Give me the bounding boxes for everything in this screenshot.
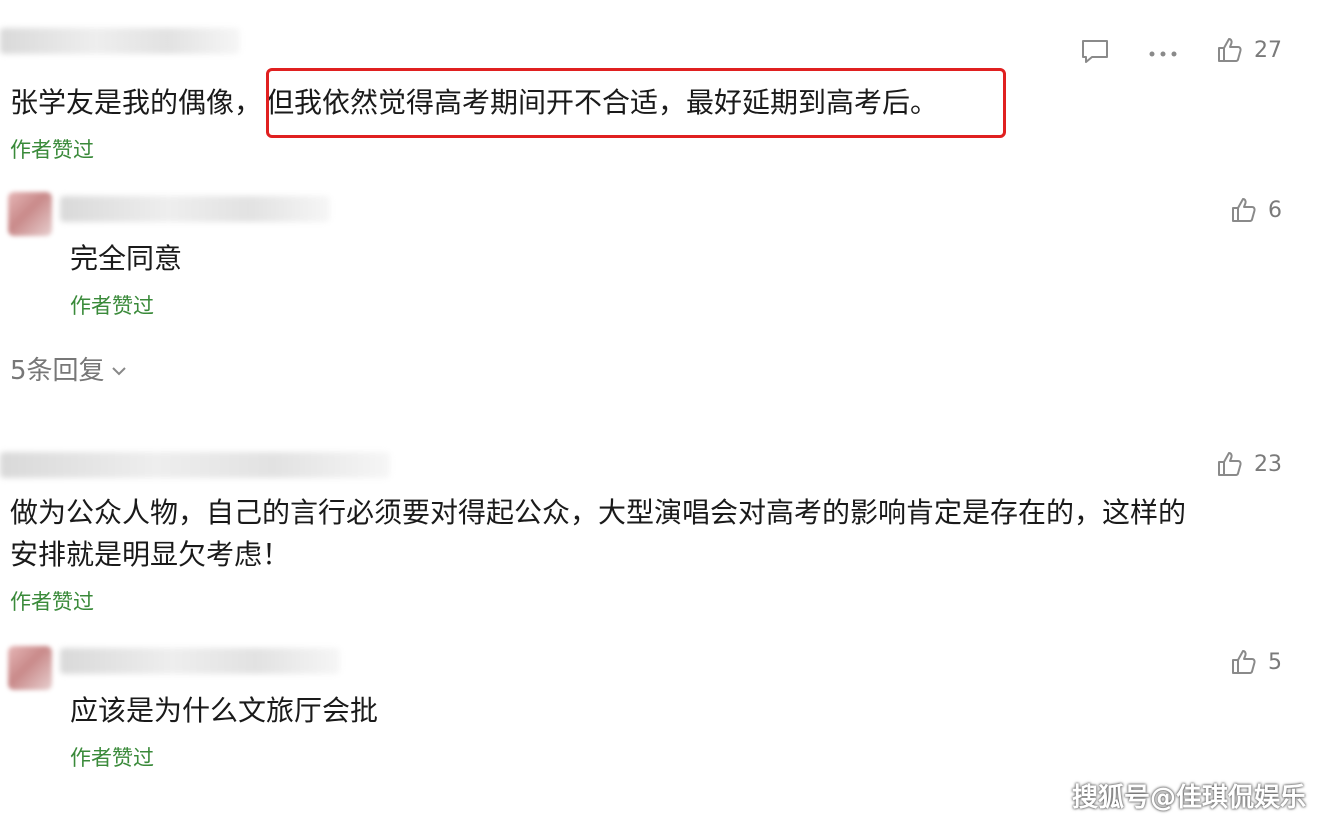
- replies-label: 5条回复: [10, 356, 105, 386]
- watermark: 搜狐号@佳琪侃娱乐: [1071, 783, 1306, 813]
- author-liked-label: 作者赞过: [10, 138, 94, 162]
- username-blurred: [60, 648, 340, 674]
- like-count: 23: [1254, 451, 1282, 477]
- view-replies-button[interactable]: 5条回复: [10, 350, 127, 387]
- author-liked-label: 作者赞过: [70, 746, 154, 770]
- comment-text: 应该是为什么文旅厅会批: [70, 694, 379, 727]
- comment-icon[interactable]: [1080, 38, 1110, 70]
- avatar: [8, 646, 52, 690]
- like-button[interactable]: 23: [1216, 450, 1282, 478]
- thumbs-up-icon: [1230, 648, 1258, 676]
- username-blurred: [0, 28, 240, 54]
- author-liked-label: 作者赞过: [70, 294, 154, 318]
- thumbs-up-icon: [1216, 450, 1244, 478]
- comment-text: 完全同意: [70, 242, 183, 275]
- like-button[interactable]: 6: [1230, 196, 1282, 224]
- chevron-down-icon: [111, 354, 127, 384]
- like-count: 6: [1268, 197, 1282, 223]
- comment-text-line: 做为公众人物，自己的言行必须要对得起公众，大型演唱会对高考的影响肯定是存在的，这…: [10, 496, 1187, 529]
- highlight-box: [266, 68, 1006, 138]
- avatar: [8, 192, 52, 236]
- username-blurred: [0, 452, 390, 478]
- username-blurred: [60, 196, 330, 222]
- comment-text-part: 张学友是我的偶像，: [10, 86, 263, 119]
- more-icon[interactable]: [1148, 44, 1178, 63]
- author-liked-label: 作者赞过: [10, 590, 94, 614]
- like-button[interactable]: 27: [1216, 36, 1282, 64]
- comment-text-line: 安排就是明显欠考虑！: [10, 538, 291, 571]
- thumbs-up-icon: [1216, 36, 1244, 64]
- like-button[interactable]: 5: [1230, 648, 1282, 676]
- like-count: 27: [1254, 37, 1282, 63]
- thumbs-up-icon: [1230, 196, 1258, 224]
- like-count: 5: [1268, 649, 1282, 675]
